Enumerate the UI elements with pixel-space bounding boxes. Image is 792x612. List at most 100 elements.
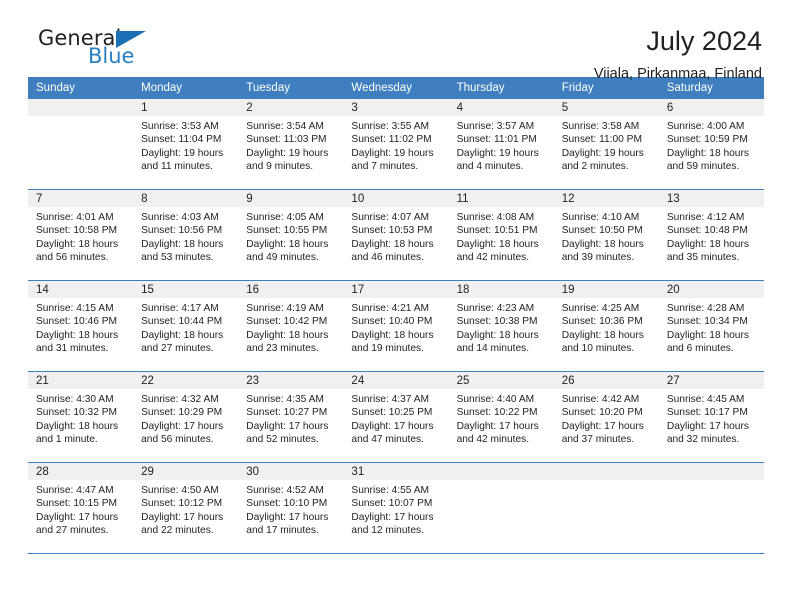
calendar-week-row: 1 Sunrise: 3:53 AM Sunset: 11:04 PM Dayligh…: [28, 99, 764, 190]
daylight-line-1: Daylight: 18 hours: [36, 420, 119, 432]
day-number: [553, 463, 659, 480]
calendar-day-cell[interactable]: 13 Sunrise: 4:12 AM Sunset: 10:48 PM Daylig…: [658, 189, 764, 281]
calendar-day-cell[interactable]: 7 Sunrise: 4:01 AM Sunset: 10:58 PM Dayligh…: [28, 189, 134, 281]
daylight-line-2: and 56 minutes.: [36, 252, 109, 264]
daylight-line-2: and 35 minutes.: [666, 252, 740, 264]
calendar-day-cell[interactable]: 1 Sunrise: 3:53 AM Sunset: 11:04 PM Dayligh…: [133, 99, 239, 190]
calendar-day-cell[interactable]: 22 Sunrise: 4:32 AM Sunset: 10:29 PM Daylig…: [133, 371, 239, 463]
daylight-line-1: Daylight: 18 hours: [456, 329, 539, 341]
calendar-day-cell[interactable]: 6 Sunrise: 4:00 AM Sunset: 10:59 PM Dayligh…: [658, 99, 764, 190]
sunrise-time: Sunrise: 4:42 AM: [561, 394, 640, 405]
day-number: 9: [238, 190, 344, 207]
daylight-line-1: Daylight: 18 hours: [351, 238, 434, 250]
calendar-day-cell[interactable]: 14 Sunrise: 4:15 AM Sunset: 10:46 PM Daylig…: [28, 280, 134, 372]
day-number: 17: [343, 281, 449, 298]
sunrise-time: Sunrise: 4:23 AM: [456, 303, 535, 314]
day-number: 12: [553, 190, 659, 207]
daylight-line-2: and 2 minutes.: [561, 161, 629, 173]
day-number: 25: [448, 372, 554, 389]
sunrise-time: Sunrise: 3:57 AM: [456, 121, 535, 132]
sunrise-time: Sunrise: 4:19 AM: [246, 303, 324, 314]
calendar-day-cell[interactable]: 28 Sunrise: 4:47 AM Sunset: 10:15 PM Daylig…: [28, 462, 134, 554]
day-number: 23: [238, 372, 344, 389]
calendar-day-cell[interactable]: 31 Sunrise: 4:55 AM Sunset: 10:07 PM Daylig…: [343, 462, 449, 554]
day-details: Sunrise: 3:53 AM Sunset: 11:04 PM Daylight…: [133, 116, 238, 174]
calendar-day-cell[interactable]: 23 Sunrise: 4:35 AM Sunset: 10:27 PM Daylig…: [238, 371, 344, 463]
sunset-time: Sunset: 10:50 PM: [561, 225, 643, 237]
calendar-day-cell[interactable]: 27 Sunrise: 4:45 AM Sunset: 10:17 PM Daylig…: [658, 371, 764, 463]
sunrise-time: Sunrise: 4:12 AM: [666, 212, 745, 223]
sunset-time: Sunset: 10:12 PM: [141, 498, 223, 510]
calendar-day-cell[interactable]: 9 Sunrise: 4:05 AM Sunset: 10:55 PM Dayligh…: [238, 189, 344, 281]
day-number: 24: [343, 372, 449, 389]
day-details: Sunrise: 4:28 AM Sunset: 10:34 PM Daylight…: [659, 298, 764, 356]
daylight-line-1: Daylight: 17 hours: [246, 511, 329, 523]
daylight-line-1: Daylight: 19 hours: [246, 147, 329, 159]
sunset-time: Sunset: 10:10 PM: [246, 498, 328, 510]
daylight-line-2: and 42 minutes.: [456, 434, 530, 446]
day-number: 30: [238, 463, 344, 480]
sunset-time: Sunset: 10:15 PM: [36, 498, 117, 510]
calendar-day-cell[interactable]: 17 Sunrise: 4:21 AM Sunset: 10:40 PM Daylig…: [343, 280, 449, 372]
day-details: Sunrise: 4:35 AM Sunset: 10:27 PM Daylight…: [238, 389, 343, 447]
sunrise-time: Sunrise: 4:07 AM: [351, 212, 430, 223]
calendar-day-cell[interactable]: 4 Sunrise: 3:57 AM Sunset: 11:01 PM Dayligh…: [448, 99, 554, 190]
day-details: Sunrise: 4:19 AM Sunset: 10:42 PM Daylight…: [238, 298, 343, 356]
sunrise-time: Sunrise: 4:17 AM: [141, 303, 219, 314]
calendar-day-cell[interactable]: 20 Sunrise: 4:28 AM Sunset: 10:34 PM Daylig…: [658, 280, 764, 372]
calendar-day-cell[interactable]: 16 Sunrise: 4:19 AM Sunset: 10:42 PM Daylig…: [238, 280, 344, 372]
calendar-day-cell[interactable]: 15 Sunrise: 4:17 AM Sunset: 10:44 PM Daylig…: [133, 280, 239, 372]
day-details: Sunrise: 4:42 AM Sunset: 10:20 PM Daylight…: [554, 389, 659, 447]
day-details: Sunrise: 3:58 AM Sunset: 11:00 PM Daylight…: [554, 116, 659, 174]
calendar-day-cell[interactable]: 11 Sunrise: 4:08 AM Sunset: 10:51 PM Daylig…: [448, 189, 554, 281]
sunset-time: Sunset: 10:58 PM: [36, 225, 117, 237]
calendar-day-cell[interactable]: 19 Sunrise: 4:25 AM Sunset: 10:36 PM Daylig…: [553, 280, 659, 372]
daylight-line-2: and 49 minutes.: [246, 252, 319, 264]
day-details: Sunrise: 3:54 AM Sunset: 11:03 PM Daylight…: [238, 116, 343, 174]
calendar-day-cell[interactable]: 24 Sunrise: 4:37 AM Sunset: 10:25 PM Daylig…: [343, 371, 449, 463]
sunset-time: Sunset: 10:56 PM: [141, 225, 223, 237]
calendar-day-cell[interactable]: 2 Sunrise: 3:54 AM Sunset: 11:03 PM Dayligh…: [238, 99, 344, 190]
daylight-line-1: Daylight: 17 hours: [36, 511, 119, 523]
day-number: 26: [553, 372, 659, 389]
daylight-line-1: Daylight: 17 hours: [561, 420, 644, 432]
calendar-day-cell[interactable]: 5 Sunrise: 3:58 AM Sunset: 11:00 PM Dayligh…: [553, 99, 659, 190]
sunrise-time: Sunrise: 4:32 AM: [141, 394, 219, 405]
day-number: 15: [133, 281, 239, 298]
daylight-line-2: and 22 minutes.: [141, 525, 214, 537]
daylight-line-2: and 56 minutes.: [141, 434, 214, 446]
day-number: 27: [658, 372, 764, 389]
calendar-day-cell[interactable]: 25 Sunrise: 4:40 AM Sunset: 10:22 PM Daylig…: [448, 371, 554, 463]
calendar-day-cell[interactable]: 26 Sunrise: 4:42 AM Sunset: 10:20 PM Daylig…: [553, 371, 659, 463]
day-details: Sunrise: 4:55 AM Sunset: 10:07 PM Daylight…: [343, 480, 448, 538]
calendar-day-cell[interactable]: 10 Sunrise: 4:07 AM Sunset: 10:53 PM Daylig…: [343, 189, 449, 281]
calendar-day-cell[interactable]: 29 Sunrise: 4:50 AM Sunset: 10:12 PM Daylig…: [133, 462, 239, 554]
calendar-day-cell[interactable]: 18 Sunrise: 4:23 AM Sunset: 10:38 PM Daylig…: [448, 280, 554, 372]
sunrise-time: Sunrise: 3:58 AM: [561, 121, 640, 132]
daylight-line-1: Daylight: 18 hours: [141, 329, 224, 341]
daylight-line-2: and 32 minutes.: [666, 434, 740, 446]
day-details: [28, 116, 133, 120]
day-details: Sunrise: 4:52 AM Sunset: 10:10 PM Daylight…: [238, 480, 343, 538]
calendar-day-cell[interactable]: 3 Sunrise: 3:55 AM Sunset: 11:02 PM Dayligh…: [343, 99, 449, 190]
sunset-time: Sunset: 10:22 PM: [456, 407, 538, 419]
day-number: 7: [28, 190, 134, 207]
daylight-line-1: Daylight: 17 hours: [351, 511, 434, 523]
daylight-line-1: Daylight: 18 hours: [561, 329, 644, 341]
weekday-header-thursday: Thursday: [448, 77, 554, 99]
daylight-line-1: Daylight: 18 hours: [666, 329, 749, 341]
day-details: Sunrise: 4:23 AM Sunset: 10:38 PM Daylight…: [449, 298, 554, 356]
calendar-day-cell[interactable]: 12 Sunrise: 4:10 AM Sunset: 10:50 PM Daylig…: [553, 189, 659, 281]
calendar-day-cell[interactable]: 21 Sunrise: 4:30 AM Sunset: 10:32 PM Daylig…: [28, 371, 134, 463]
generalblue-logo[interactable]: General Blue: [28, 26, 178, 72]
sunset-time: Sunset: 10:07 PM: [351, 498, 433, 510]
sunrise-time: Sunrise: 4:03 AM: [141, 212, 219, 223]
calendar-body: 1 Sunrise: 3:53 AM Sunset: 11:04 PM Dayligh…: [28, 99, 764, 554]
logo-text-blue: Blue: [88, 44, 135, 68]
day-number: 19: [553, 281, 659, 298]
day-number: 28: [28, 463, 134, 480]
sunset-time: Sunset: 10:32 PM: [36, 407, 117, 419]
sunrise-time: Sunrise: 4:50 AM: [141, 485, 219, 496]
calendar-day-cell[interactable]: 8 Sunrise: 4:03 AM Sunset: 10:56 PM Dayligh…: [133, 189, 239, 281]
calendar-day-cell[interactable]: 30 Sunrise: 4:52 AM Sunset: 10:10 PM Daylig…: [238, 462, 344, 554]
